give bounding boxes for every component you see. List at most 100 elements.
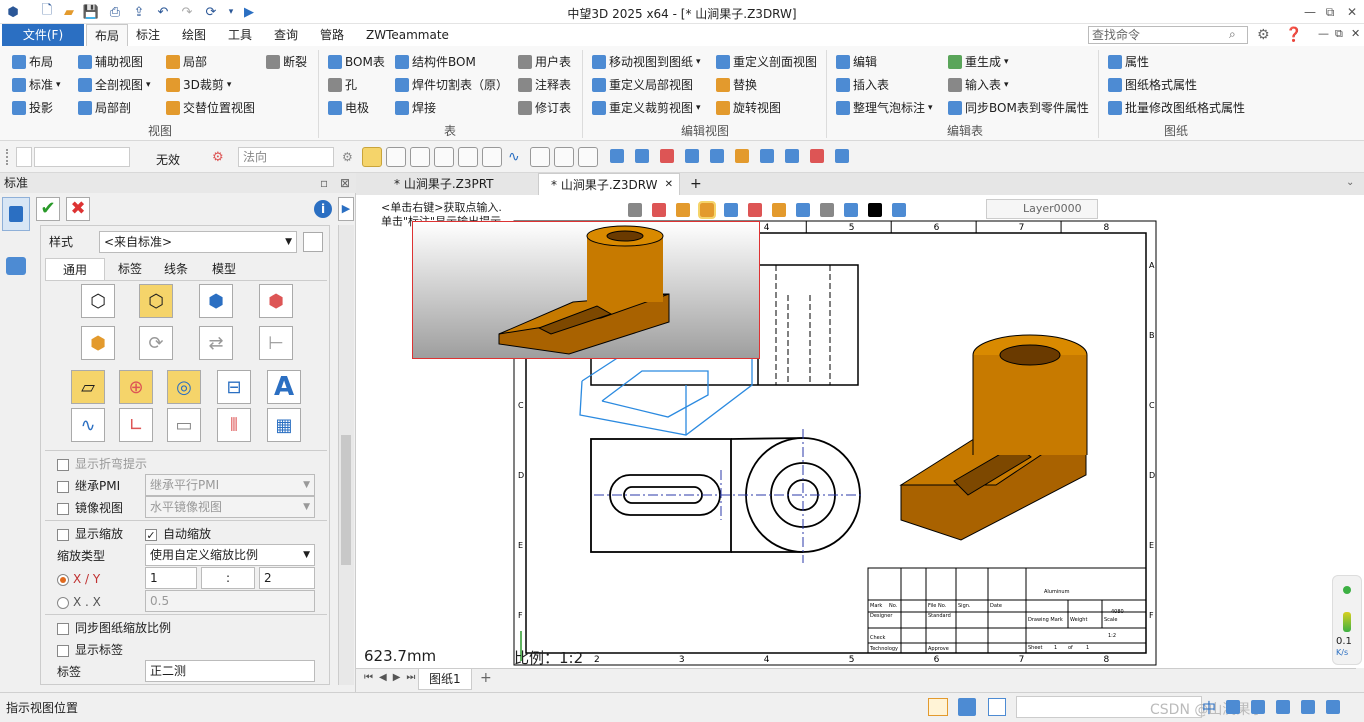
restore-icon[interactable]: ⧉ (1335, 27, 1343, 41)
model-preview-window[interactable] (412, 221, 760, 359)
close-button[interactable]: ✕ (1342, 2, 1362, 22)
monitor-icon[interactable] (958, 698, 976, 716)
show-scale-checkbox[interactable]: 显示缩放 (57, 524, 123, 544)
snap-play-icon[interactable] (362, 147, 382, 167)
tab-piping[interactable]: 管路 (312, 24, 352, 46)
snap-line-icon[interactable] (410, 147, 430, 167)
help-icon[interactable]: ❓ (1285, 27, 1302, 43)
show-bend-checkbox[interactable]: 显示折弯提示 (57, 454, 147, 474)
tangent-edge-icon[interactable]: ▱ (71, 370, 105, 404)
sheet-format-button[interactable]: 图纸格式属性 (1108, 75, 1197, 95)
aux-view-button[interactable]: 辅助视图 (78, 52, 143, 72)
tab-general[interactable]: 通用 (45, 258, 105, 280)
redefine-partial-button[interactable]: 重定义局部视图 (592, 75, 693, 95)
regenerate-button[interactable]: 重生成 ▾ (948, 52, 1009, 72)
revision-table-button[interactable]: 修订表 (518, 98, 571, 118)
grip-handle[interactable] (6, 149, 10, 165)
tab-draw[interactable]: 绘图 (174, 24, 214, 46)
alt-position-button[interactable]: 交替位置视图 (166, 98, 255, 118)
partial-section-button[interactable]: 局部剖 (78, 98, 131, 118)
panel-scrollbar[interactable] (338, 225, 354, 685)
tab-part-doc[interactable]: * 山涧果子.Z3PRT (382, 173, 506, 195)
tab-zwteammate[interactable]: ZWTeammate (358, 24, 457, 46)
tray-icon[interactable] (1326, 700, 1340, 714)
ribbon-min-icon[interactable]: — (1318, 27, 1329, 40)
view-tool-icon[interactable] (785, 149, 799, 163)
maximize-button[interactable]: ⧉ (1320, 2, 1340, 22)
thread-icon[interactable]: ◎ (167, 370, 201, 404)
scale-decimal-input[interactable]: 0.5 (145, 590, 315, 612)
xy-radio[interactable]: X / Y (57, 569, 100, 589)
snap-icon[interactable]: ⚙ (342, 150, 353, 164)
partial-view-button[interactable]: 局部 (166, 52, 207, 72)
view-tool-icon[interactable] (835, 149, 849, 163)
snap-mid-icon[interactable] (434, 147, 454, 167)
edit-table-button[interactable]: 编辑 (836, 52, 877, 72)
align-icon[interactable]: ⊢ (259, 326, 293, 360)
flip-icon[interactable]: ⇄ (199, 326, 233, 360)
tab-model[interactable]: 模型 (199, 258, 249, 280)
batch-format-button[interactable]: 批量修改图纸格式属性 (1108, 98, 1245, 118)
view-tool-icon[interactable] (610, 149, 624, 163)
show-label-checkbox[interactable]: 显示标签 (57, 640, 123, 660)
doc-close-icon[interactable]: ✕ (1351, 27, 1360, 40)
add-sheet-button[interactable]: + (480, 670, 492, 686)
tab-annotate[interactable]: 标注 (128, 24, 168, 46)
projection-button[interactable]: 投影 (12, 98, 53, 118)
file-menu[interactable]: 文件(F) (2, 24, 84, 46)
sidebar-tab-assembly[interactable] (6, 257, 26, 275)
snap-tangent-icon[interactable] (530, 147, 550, 167)
axis-icon[interactable]: ∟ (119, 408, 153, 442)
search-icon[interactable]: ⌕ (1229, 27, 1236, 42)
tray-icon[interactable] (1276, 700, 1290, 714)
tab-drawing-doc[interactable]: * 山涧果子.Z3DRW ✕ (538, 173, 680, 195)
cycle-icon[interactable]: ⟳ (139, 326, 173, 360)
tab-tools[interactable]: 工具 (220, 24, 260, 46)
cancel-button[interactable]: ✖ (66, 197, 90, 221)
insert-table-button[interactable]: 插入表 (836, 75, 889, 95)
rotate-view-button[interactable]: 旋转视图 (716, 98, 781, 118)
crop3d-button[interactable]: 3D裁剪 ▾ (166, 75, 231, 95)
standard-view-button[interactable]: 标准 ▾ (12, 75, 61, 95)
move-view-button[interactable]: 移动视图到图纸 ▾ (592, 52, 701, 72)
table-numbers-icon[interactable]: ▦ (267, 408, 301, 442)
snap-curve-icon[interactable]: ∿ (508, 149, 520, 165)
wireframe-view-icon[interactable]: ⬡ (81, 284, 115, 318)
arrange-balloons-button[interactable]: 整理气泡标注 ▾ (836, 98, 933, 118)
style-select[interactable]: <来自标准> ▼ (99, 231, 297, 253)
struct-bom-button[interactable]: 结构件BOM (395, 52, 476, 72)
tray-icon[interactable] (1301, 700, 1315, 714)
minimize-button[interactable]: — (1300, 2, 1320, 22)
view-tool-icon[interactable] (760, 149, 774, 163)
auto-scale-checkbox[interactable]: 自动缩放 (145, 524, 211, 544)
label-input[interactable]: 正二测 (145, 660, 315, 682)
ok-button[interactable]: ✔ (36, 197, 60, 221)
tray-icon[interactable] (1226, 700, 1240, 714)
scale-denominator-input[interactable]: 2 (259, 567, 315, 589)
sheet-tab-1[interactable]: 图纸1 (418, 669, 472, 690)
tab-layout[interactable]: 布局 (86, 24, 129, 46)
ime-indicator[interactable]: 中 (1202, 698, 1216, 718)
note-table-button[interactable]: 注释表 (518, 75, 571, 95)
weld-cut-button[interactable]: 焊件切割表（原） (395, 75, 508, 95)
filter-icon[interactable] (16, 147, 32, 167)
tab-lines[interactable]: 线条 (151, 258, 201, 280)
redefine-crop-button[interactable]: 重定义裁剪视图 ▾ (592, 98, 701, 118)
spline-icon[interactable]: ∿ (71, 408, 105, 442)
inherit-pmi-select[interactable]: 继承平行PMI ▼ (145, 474, 315, 496)
expand-icon[interactable]: ▶ (338, 197, 354, 221)
text-annotation-icon[interactable]: A (267, 370, 301, 404)
snap-center-icon[interactable] (458, 147, 478, 167)
tab-query[interactable]: 查询 (266, 24, 306, 46)
snap-arc-icon[interactable] (554, 147, 574, 167)
save-style-icon[interactable] (303, 232, 323, 252)
user-table-button[interactable]: 用户表 (518, 52, 571, 72)
sync-sheet-scale-checkbox[interactable]: 同步图纸缩放比例 (57, 618, 171, 638)
sheet-metal-icon[interactable]: ▭ (167, 408, 201, 442)
gear-icon[interactable]: ⚙ (1257, 27, 1270, 43)
scale-type-select[interactable]: 使用自定义缩放比例 ▼ (145, 544, 315, 566)
mirror-view-checkbox[interactable]: 镜像视图 (57, 498, 123, 518)
tab-close-icon[interactable]: ✕ (665, 174, 673, 196)
panel-close-icon[interactable]: ⊠ (340, 173, 350, 193)
center-mark-icon[interactable]: ⊕ (119, 370, 153, 404)
